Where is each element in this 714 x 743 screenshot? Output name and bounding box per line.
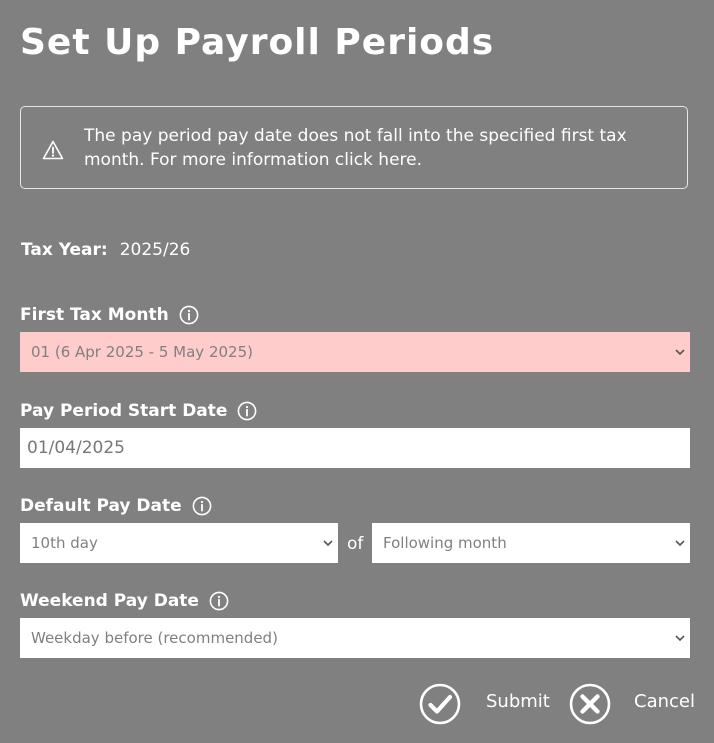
x-circle-icon[interactable] xyxy=(569,683,611,725)
default-pay-date-label: Default Pay Date xyxy=(20,496,182,516)
warning-triangle-icon xyxy=(42,140,64,160)
first-tax-month-select[interactable]: 01 (6 Apr 2025 - 5 May 2025) xyxy=(20,332,690,372)
weekend-pay-date-label-row: Weekend Pay Date xyxy=(20,589,229,613)
chevron-down-icon xyxy=(675,540,685,547)
chevron-down-icon xyxy=(323,540,333,547)
page-title: Set Up Payroll Periods xyxy=(20,22,495,63)
first-tax-month-label: First Tax Month xyxy=(20,305,169,325)
default-pay-month-select[interactable]: Following month xyxy=(372,523,690,563)
info-icon[interactable] xyxy=(237,401,257,421)
weekend-pay-date-label: Weekend Pay Date xyxy=(20,591,199,611)
tax-year-row: Tax Year: 2025/26 xyxy=(21,238,190,262)
check-circle-icon[interactable] xyxy=(419,683,461,725)
of-text: of xyxy=(347,534,364,554)
default-pay-day-value: 10th day xyxy=(31,534,98,552)
pay-period-start-label: Pay Period Start Date xyxy=(20,401,228,421)
info-icon[interactable] xyxy=(209,591,229,611)
first-tax-month-value: 01 (6 Apr 2025 - 5 May 2025) xyxy=(31,343,253,361)
pay-period-start-label-row: Pay Period Start Date xyxy=(20,399,257,423)
cancel-button[interactable]: Cancel xyxy=(634,690,695,714)
tax-year-value: 2025/26 xyxy=(119,240,191,260)
submit-button[interactable]: Submit xyxy=(486,690,550,714)
default-pay-day-select[interactable]: 10th day xyxy=(20,523,338,563)
pay-period-start-value: 01/04/2025 xyxy=(27,438,125,458)
first-tax-month-label-row: First Tax Month xyxy=(20,303,199,327)
default-pay-month-value: Following month xyxy=(383,534,507,552)
weekend-pay-date-value: Weekday before (recommended) xyxy=(31,629,278,647)
weekend-pay-date-select[interactable]: Weekday before (recommended) xyxy=(20,618,690,658)
chevron-down-icon xyxy=(675,349,685,356)
pay-period-start-input[interactable]: 01/04/2025 xyxy=(20,428,690,468)
alert-message[interactable]: The pay period pay date does not fall in… xyxy=(84,124,664,172)
warning-alert[interactable]: The pay period pay date does not fall in… xyxy=(20,106,688,189)
info-icon[interactable] xyxy=(179,305,199,325)
info-icon[interactable] xyxy=(192,496,212,516)
tax-year-label: Tax Year: xyxy=(21,240,108,260)
chevron-down-icon xyxy=(675,635,685,642)
default-pay-date-label-row: Default Pay Date xyxy=(20,494,212,518)
